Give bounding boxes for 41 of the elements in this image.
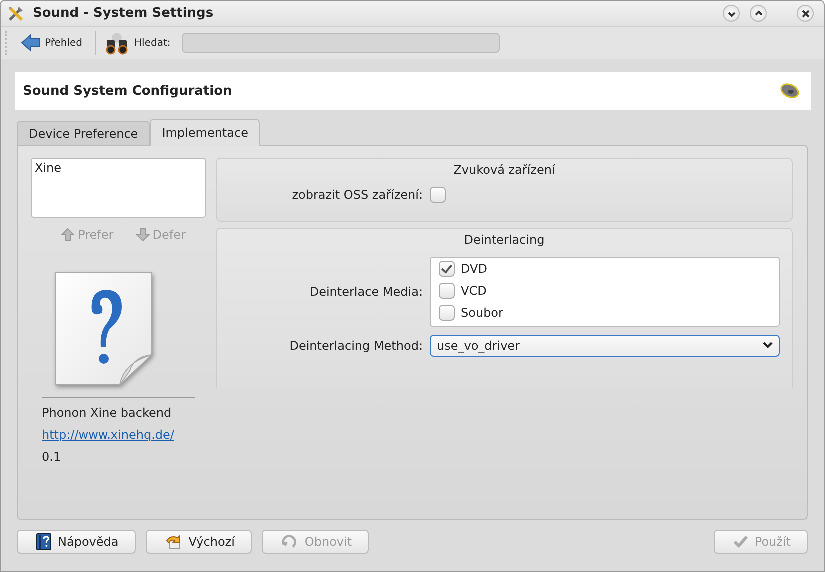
checkbox[interactable] [439,283,455,299]
push-button[interactable]: Nápověda [17,530,136,554]
redo-arrow-icon [280,534,299,550]
checkbox[interactable] [439,261,455,277]
back-button[interactable]: Přehled [16,33,87,53]
up-arrow-icon [61,228,76,242]
push-button[interactable]: Výchozí [146,530,252,554]
checkbox[interactable] [439,305,455,321]
left-arrow-icon [20,33,42,53]
field-label: Deinterlace Media: [308,285,423,299]
tab[interactable]: Device Preference [17,121,150,145]
unknown-file-icon [54,271,154,387]
search-label: Hledat: [134,38,171,48]
list-item[interactable]: Xine [32,159,205,177]
header-title: Sound System Configuration [23,84,232,98]
backend-link[interactable]: http://www.xinehq.de/ [42,428,174,442]
backend-name: Phonon Xine backend [42,406,173,420]
checkbox-label: DVD [461,262,488,276]
binoculars-icon [104,31,130,55]
checkbox-label: Soubor [461,306,504,320]
checkbox[interactable] [430,187,446,203]
undo-arrow-icon [164,534,183,550]
field-label: zobrazit OSS zařízení: [291,188,423,202]
speaker-icon [779,82,801,100]
window-title: Sound - System Settings [33,6,214,21]
field-label: Deinterlacing Method: [288,339,423,353]
minimize-button[interactable] [723,5,740,22]
book-icon [36,533,52,551]
chevron-down-icon [762,341,774,351]
dropdown[interactable]: use_vo_driver [430,335,780,357]
close-button[interactable] [797,5,814,22]
tools-icon [7,4,25,22]
search-field[interactable] [182,33,500,53]
down-arrow-icon [136,228,150,242]
maximize-button[interactable] [750,5,767,22]
group-title: Zvuková zařízení [452,163,556,177]
backend-version: 0.1 [42,450,62,464]
checkmark-icon [732,535,749,549]
group-title: Deinterlacing [463,233,546,247]
tab[interactable]: Implementace [150,119,260,146]
checkbox-label: VCD [461,284,487,298]
